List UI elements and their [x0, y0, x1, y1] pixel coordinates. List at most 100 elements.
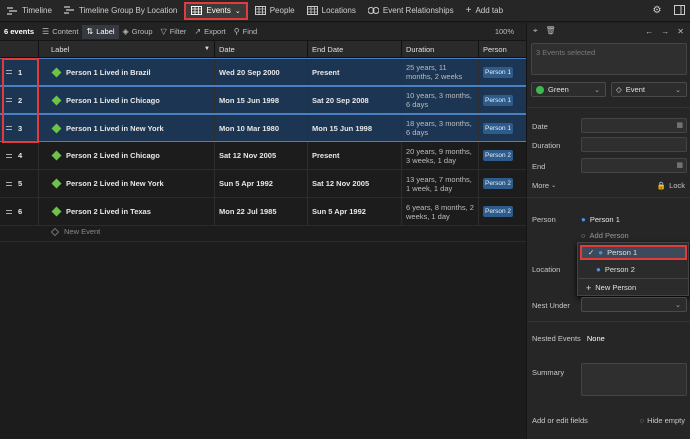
person-cell[interactable]: Person 2: [478, 142, 526, 169]
column-header-duration[interactable]: Duration: [401, 41, 478, 58]
new-person-button[interactable]: + New Person: [580, 280, 687, 295]
chevron-down-icon: ⌄: [551, 183, 557, 189]
date-cell[interactable]: Mon 22 Jul 1985: [214, 198, 307, 225]
label-cell[interactable]: Person 1 Lived in Brazil: [38, 59, 214, 85]
row-number-text: 4: [18, 151, 23, 160]
tab-label: Timeline: [22, 6, 52, 15]
layout-icon[interactable]: [672, 3, 686, 17]
column-header-end-date[interactable]: End Date: [307, 41, 401, 58]
event-label: Person 1 Lived in New York: [66, 123, 164, 133]
find-button[interactable]: ⚲ Find: [230, 25, 261, 39]
export-button[interactable]: ↗ Export: [190, 25, 229, 39]
tab-timeline[interactable]: Timeline: [2, 2, 57, 20]
table-row[interactable]: 4 Person 2 Lived in Chicago Sat 12 Nov 200…: [0, 142, 526, 170]
filter-button[interactable]: ▽ Filter: [157, 25, 191, 39]
person-cell[interactable]: Person 1: [478, 59, 526, 85]
end-date-cell[interactable]: Present: [307, 142, 401, 169]
caret-down-icon: ▼: [204, 46, 210, 52]
trash-icon[interactable]: 🗑: [546, 26, 556, 36]
row-number[interactable]: 6: [0, 198, 38, 225]
duration-cell[interactable]: 18 years, 3 months, 6 days: [401, 115, 478, 141]
label-cell[interactable]: Person 1 Lived in New York: [38, 115, 214, 141]
label-cell[interactable]: Person 2 Lived in Chicago: [38, 142, 214, 169]
row-number[interactable]: 5: [0, 170, 38, 197]
column-header-person[interactable]: Person: [478, 41, 526, 58]
duration-cell[interactable]: 13 years, 7 months, 1 week, 1 day: [401, 170, 478, 197]
end-date-cell[interactable]: Sun 5 Apr 1992: [307, 198, 401, 225]
forward-arrow-icon[interactable]: →: [661, 27, 669, 36]
diamond-icon: ◇: [616, 85, 622, 94]
date-cell[interactable]: Wed 20 Sep 2000: [214, 59, 307, 85]
dropdown-option-person-1[interactable]: ✓ ● Person 1: [580, 245, 687, 260]
label-input[interactable]: 3 Events selected: [531, 43, 687, 75]
close-icon[interactable]: ✕: [677, 27, 684, 36]
back-arrow-icon[interactable]: ←: [645, 27, 653, 36]
type-select[interactable]: ◇ Event ⌄: [611, 82, 687, 97]
label-cell[interactable]: Person 2 Lived in Texas: [38, 198, 214, 225]
table-row[interactable]: 5 Person 2 Lived in New York Sun 5 Apr 199…: [0, 170, 526, 198]
date-cell[interactable]: Mon 10 Mar 1980: [214, 115, 307, 141]
column-header-date[interactable]: Date: [214, 41, 307, 58]
label-button[interactable]: ⇅ Label: [82, 24, 119, 39]
end-date-cell[interactable]: Mon 15 Jun 1998: [307, 115, 401, 141]
row-number[interactable]: 4: [0, 142, 38, 169]
table-row[interactable]: 2 Person 1 Lived in Chicago Mon 15 Jun 199…: [0, 86, 526, 114]
chevron-down-icon: ⌄: [234, 7, 241, 15]
row-number-text: 5: [18, 179, 23, 188]
duration-cell[interactable]: 25 years, 11 months, 2 weeks: [401, 59, 478, 85]
duration-input[interactable]: [581, 137, 687, 152]
hide-empty-button[interactable]: ◌ Hide empty: [640, 416, 685, 425]
summary-input[interactable]: [581, 363, 687, 396]
group-button[interactable]: ◈ Group: [119, 25, 157, 39]
selection-highlight: [2, 58, 39, 143]
person-icon: ●: [596, 265, 601, 274]
table-row[interactable]: 3 Person 1 Lived in New York Mon 10 Mar 19…: [0, 114, 526, 142]
gear-icon[interactable]: ⚙: [650, 3, 664, 17]
duration-cell[interactable]: 10 years, 3 months, 6 days: [401, 87, 478, 113]
person-cell[interactable]: Person 2: [478, 170, 526, 197]
duration-cell[interactable]: 20 years, 9 months, 3 weeks, 1 day: [401, 142, 478, 169]
person-cell[interactable]: Person 2: [478, 198, 526, 225]
dropdown-option-person-2[interactable]: ● Person 2: [580, 262, 687, 277]
pin-icon[interactable]: ⌖: [533, 26, 538, 36]
add-tab-button[interactable]: + Add tab: [461, 2, 508, 20]
new-event-button[interactable]: New Event: [50, 227, 100, 236]
drag-handle-icon[interactable]: [6, 209, 12, 214]
label-cell[interactable]: Person 1 Lived in Chicago: [38, 87, 214, 113]
column-header-label[interactable]: Label ▼: [38, 41, 214, 58]
table-row[interactable]: 1 Person 1 Lived in Brazil Wed 20 Sep 2000…: [0, 58, 526, 86]
person-cell[interactable]: Person 1: [478, 115, 526, 141]
person-chip[interactable]: ● Person 1: [581, 215, 620, 224]
label-cell[interactable]: Person 2 Lived in New York: [38, 170, 214, 197]
person-cell[interactable]: Person 1: [478, 87, 526, 113]
date-cell[interactable]: Sun 5 Apr 1992: [214, 170, 307, 197]
tab-events[interactable]: Events ⌄: [184, 1, 248, 20]
tab-timeline-group-by-location[interactable]: Timeline Group By Location: [59, 2, 182, 20]
drag-handle-icon[interactable]: [6, 153, 12, 158]
timeline-group-icon: [63, 6, 75, 15]
date-cell[interactable]: Sat 12 Nov 2005: [214, 142, 307, 169]
end-date-cell[interactable]: Present: [307, 59, 401, 85]
color-select[interactable]: Green ⌄: [531, 82, 606, 97]
zoom-level[interactable]: 100%: [491, 25, 518, 39]
person-outline-icon: ○: [581, 231, 586, 240]
tab-locations[interactable]: Locations: [302, 2, 361, 20]
nest-under-select[interactable]: ⌄: [581, 297, 687, 312]
date-cell[interactable]: Mon 15 Jun 1998: [214, 87, 307, 113]
table-row[interactable]: 6 Person 2 Lived in Texas Mon 22 Jul 1985 S…: [0, 198, 526, 226]
add-edit-fields-button[interactable]: Add or edit fields: [532, 416, 588, 425]
duration-cell[interactable]: 6 years, 8 months, 2 weeks, 1 day: [401, 198, 478, 225]
more-button[interactable]: More ⌄: [532, 181, 556, 190]
date-input[interactable]: ▦: [581, 118, 687, 133]
tab-event-relationships[interactable]: Event Relationships: [363, 2, 459, 20]
end-input[interactable]: ▦: [581, 158, 687, 173]
add-person-input[interactable]: ○ Add Person: [581, 231, 629, 240]
lock-button[interactable]: 🔒 Lock: [657, 181, 685, 190]
tab-people[interactable]: People: [250, 2, 300, 20]
end-date-cell[interactable]: Sat 12 Nov 2005: [307, 170, 401, 197]
drag-handle-icon[interactable]: [6, 181, 12, 186]
end-date-cell[interactable]: Sat 20 Sep 2008: [307, 87, 401, 113]
calendar-icon: ▦: [676, 162, 683, 169]
search-icon: ⚲: [233, 27, 240, 36]
content-button[interactable]: ☰ Content: [38, 25, 82, 39]
